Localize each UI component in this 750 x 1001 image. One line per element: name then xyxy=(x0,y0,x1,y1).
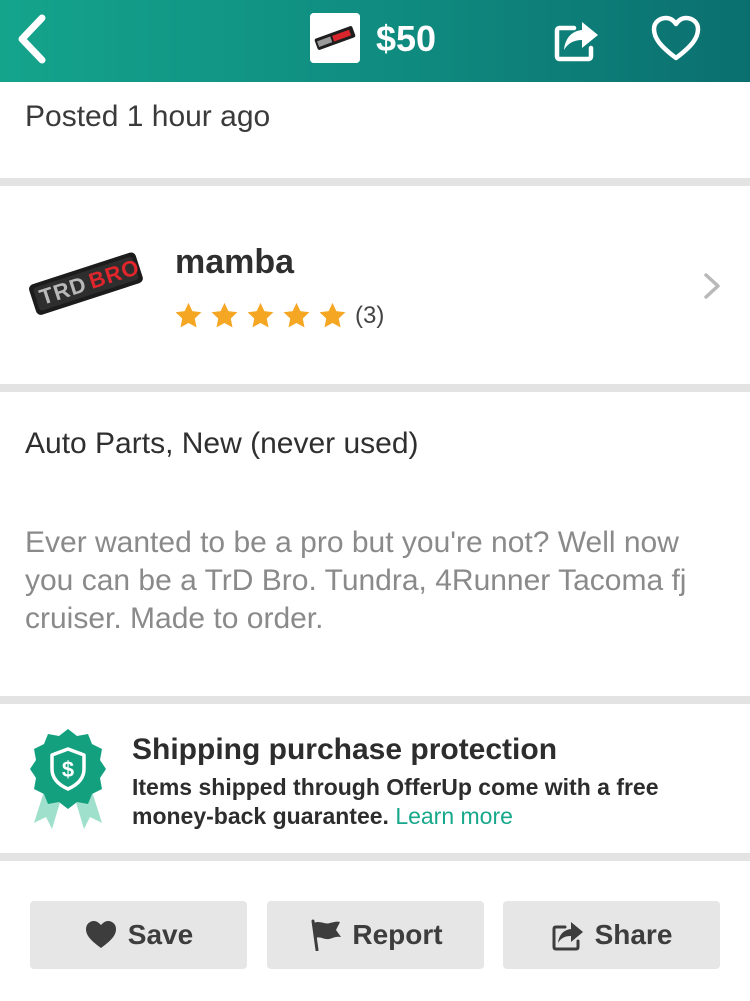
seller-rating: (3) xyxy=(173,300,384,332)
favorite-button[interactable] xyxy=(650,14,702,64)
star-icon xyxy=(175,302,202,328)
save-button[interactable]: Save xyxy=(30,901,247,969)
protection-badge-icon: $ xyxy=(26,727,110,831)
share-label: Share xyxy=(594,919,673,950)
listing-description: Ever wanted to be a pro but you're not? … xyxy=(25,526,687,635)
share-button-top[interactable] xyxy=(552,14,602,64)
chevron-left-icon xyxy=(18,14,46,64)
posted-time: Posted 1 hour ago xyxy=(25,100,271,133)
rating-count: (3) xyxy=(355,302,385,329)
learn-more-link[interactable]: Learn more xyxy=(395,803,513,829)
heart-filled-icon xyxy=(85,921,116,948)
star-icon xyxy=(211,302,238,328)
star-icon xyxy=(283,302,310,328)
report-label: Report xyxy=(352,919,443,950)
protection-text: Items shipped through OfferUp come with … xyxy=(132,773,732,831)
protection-title: Shipping purchase protection xyxy=(132,733,558,766)
top-bar: $50 xyxy=(0,0,750,82)
heart-icon xyxy=(651,15,701,61)
share-icon xyxy=(554,22,598,62)
seller-row[interactable]: TRD BRO mamba (3) xyxy=(0,186,750,386)
svg-text:$: $ xyxy=(62,757,74,782)
star-icon xyxy=(247,302,274,328)
listing-price: $50 xyxy=(376,18,437,59)
save-label: Save xyxy=(127,919,194,950)
flag-icon xyxy=(311,919,342,951)
section-divider xyxy=(0,384,750,392)
report-button[interactable]: Report xyxy=(267,901,484,969)
share-button[interactable]: Share xyxy=(503,901,720,969)
chevron-right-icon xyxy=(704,273,720,299)
listing-category: Auto Parts, New (never used) xyxy=(25,427,419,460)
section-divider xyxy=(0,853,750,861)
seller-avatar: TRD BRO xyxy=(24,244,146,324)
back-button[interactable] xyxy=(10,12,56,66)
share-icon xyxy=(552,922,583,951)
listing-thumbnail[interactable] xyxy=(310,13,360,63)
section-divider xyxy=(0,696,750,704)
section-divider xyxy=(0,178,750,186)
star-icon xyxy=(319,302,346,328)
seller-name: mamba xyxy=(175,243,295,281)
